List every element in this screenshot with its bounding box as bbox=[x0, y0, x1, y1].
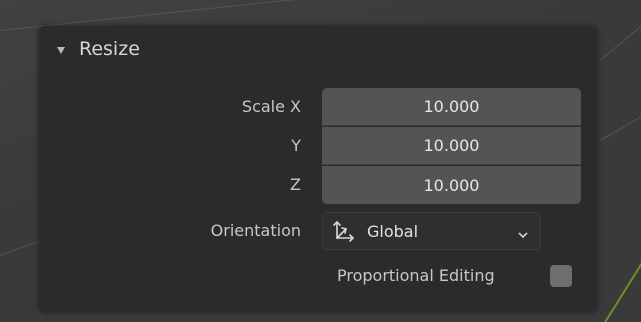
viewport-grid-line bbox=[600, 21, 641, 61]
proportional-editing-label: Proportional Editing bbox=[337, 266, 495, 285]
scale-y-field[interactable]: 10.000 bbox=[322, 127, 581, 165]
scale-y-label: Y bbox=[291, 136, 301, 155]
orientation-selected: Global bbox=[367, 221, 419, 241]
viewport-axis-line bbox=[604, 254, 641, 322]
resize-operator-panel: Resize Scale X Y Z 10.000 10.000 10.000 … bbox=[39, 26, 597, 312]
orientation-dropdown[interactable]: Global bbox=[322, 212, 541, 250]
viewport-grid-line bbox=[600, 110, 641, 141]
proportional-editing-checkbox[interactable] bbox=[550, 265, 572, 287]
triangle-down-icon[interactable] bbox=[57, 46, 65, 54]
3d-viewport-background: Resize Scale X Y Z 10.000 10.000 10.000 … bbox=[0, 0, 641, 322]
chevron-down-icon bbox=[518, 225, 528, 239]
panel-header[interactable]: Resize bbox=[57, 34, 140, 64]
scale-x-label: Scale X bbox=[241, 97, 301, 116]
orientation-label: Orientation bbox=[210, 221, 301, 240]
panel-title: Resize bbox=[79, 38, 140, 60]
scale-z-field[interactable]: 10.000 bbox=[322, 166, 581, 204]
scale-z-label: Z bbox=[290, 175, 301, 194]
scale-x-field[interactable]: 10.000 bbox=[322, 88, 581, 126]
orientation-axes-icon bbox=[331, 218, 357, 244]
